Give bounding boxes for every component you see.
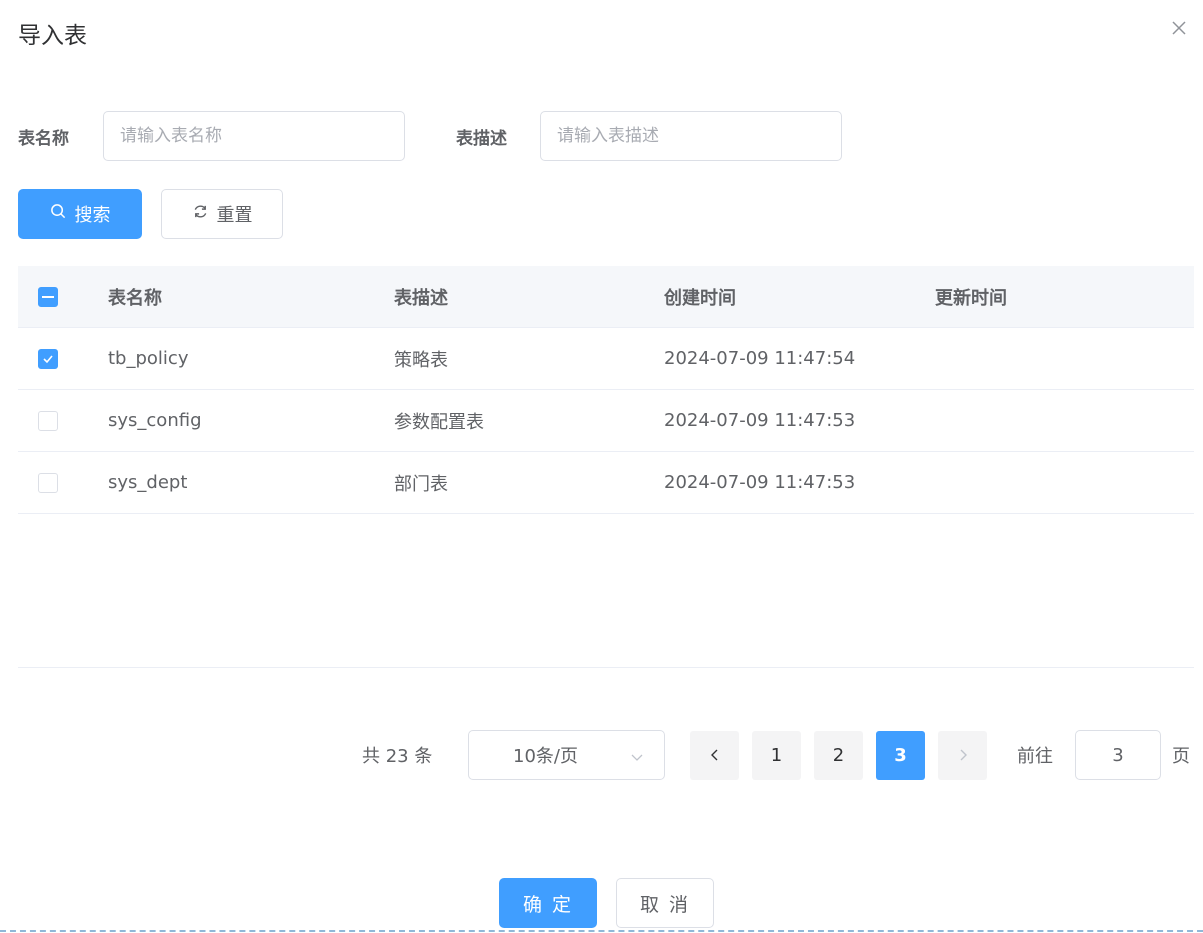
cell-created-time: 2024-07-09 11:47:53	[664, 410, 856, 431]
reset-button-label: 重置	[216, 205, 253, 226]
goto-label: 前往	[1017, 746, 1053, 767]
import-table-dialog: 导入表 表名称 表描述 搜索 重置 表名称 表描述 创建时间 更新时间	[0, 0, 1203, 933]
prev-page-button[interactable]	[690, 731, 739, 780]
goto-suffix: 页	[1172, 746, 1190, 767]
search-icon	[50, 203, 67, 225]
cell-created-time: 2024-07-09 11:47:53	[664, 472, 856, 493]
column-header-created[interactable]: 创建时间	[664, 284, 935, 310]
reset-button[interactable]: 重置	[161, 189, 283, 239]
page-3-button[interactable]: 3	[876, 731, 925, 780]
row-checkbox-cell	[18, 472, 108, 493]
search-button-label: 搜索	[74, 205, 111, 226]
table-row[interactable]: sys_dept 部门表 2024-07-09 11:47:53	[18, 452, 1194, 514]
row-checkbox[interactable]	[38, 410, 58, 431]
table-name-input[interactable]	[103, 111, 405, 161]
cancel-button[interactable]: 取 消	[616, 878, 714, 928]
bottom-divider	[0, 930, 1203, 932]
cell-created-time: 2024-07-09 11:47:54	[664, 348, 856, 369]
page-2-button[interactable]: 2	[814, 731, 863, 780]
page-size-select[interactable]: 10条/页	[468, 730, 665, 780]
cell-table-desc: 策略表	[394, 349, 448, 371]
cell-table-desc: 参数配置表	[394, 411, 484, 433]
dialog-title: 导入表	[18, 23, 87, 49]
table-name-label: 表名称	[18, 129, 69, 149]
table-header: 表名称 表描述 创建时间 更新时间	[18, 266, 1194, 328]
page-size-value: 10条/页	[513, 746, 578, 767]
table-list: 表名称 表描述 创建时间 更新时间 tb_policy 策略表 2024-07-…	[18, 266, 1194, 514]
chevron-down-icon	[630, 748, 644, 762]
row-checkbox[interactable]	[38, 348, 58, 369]
chevron-right-icon	[957, 745, 969, 766]
column-header-name[interactable]: 表名称	[108, 284, 394, 310]
chevron-left-icon	[709, 745, 721, 766]
next-page-button[interactable]	[938, 731, 987, 780]
close-icon[interactable]	[1169, 18, 1189, 38]
cell-table-desc: 部门表	[394, 473, 448, 495]
cell-table-name: sys_config	[108, 410, 202, 431]
goto-page-input[interactable]	[1075, 730, 1161, 780]
select-all-cell	[18, 286, 108, 307]
select-all-checkbox[interactable]	[38, 286, 58, 307]
search-button[interactable]: 搜索	[18, 189, 142, 239]
cell-table-name: tb_policy	[108, 348, 189, 369]
table-desc-input[interactable]	[540, 111, 842, 161]
pagination-total: 共 23 条	[362, 746, 433, 767]
confirm-button[interactable]: 确 定	[499, 878, 597, 928]
refresh-icon	[192, 203, 209, 225]
cell-table-name: sys_dept	[108, 472, 188, 493]
row-checkbox-cell	[18, 348, 108, 369]
page-1-button[interactable]: 1	[752, 731, 801, 780]
row-checkbox-cell	[18, 410, 108, 431]
table-row[interactable]: tb_policy 策略表 2024-07-09 11:47:54	[18, 328, 1194, 390]
table-bottom-divider	[18, 667, 1194, 668]
column-header-updated[interactable]: 更新时间	[935, 284, 1194, 310]
column-header-desc[interactable]: 表描述	[394, 284, 664, 310]
table-row[interactable]: sys_config 参数配置表 2024-07-09 11:47:53	[18, 390, 1194, 452]
table-desc-label: 表描述	[456, 129, 507, 149]
row-checkbox[interactable]	[38, 472, 58, 493]
